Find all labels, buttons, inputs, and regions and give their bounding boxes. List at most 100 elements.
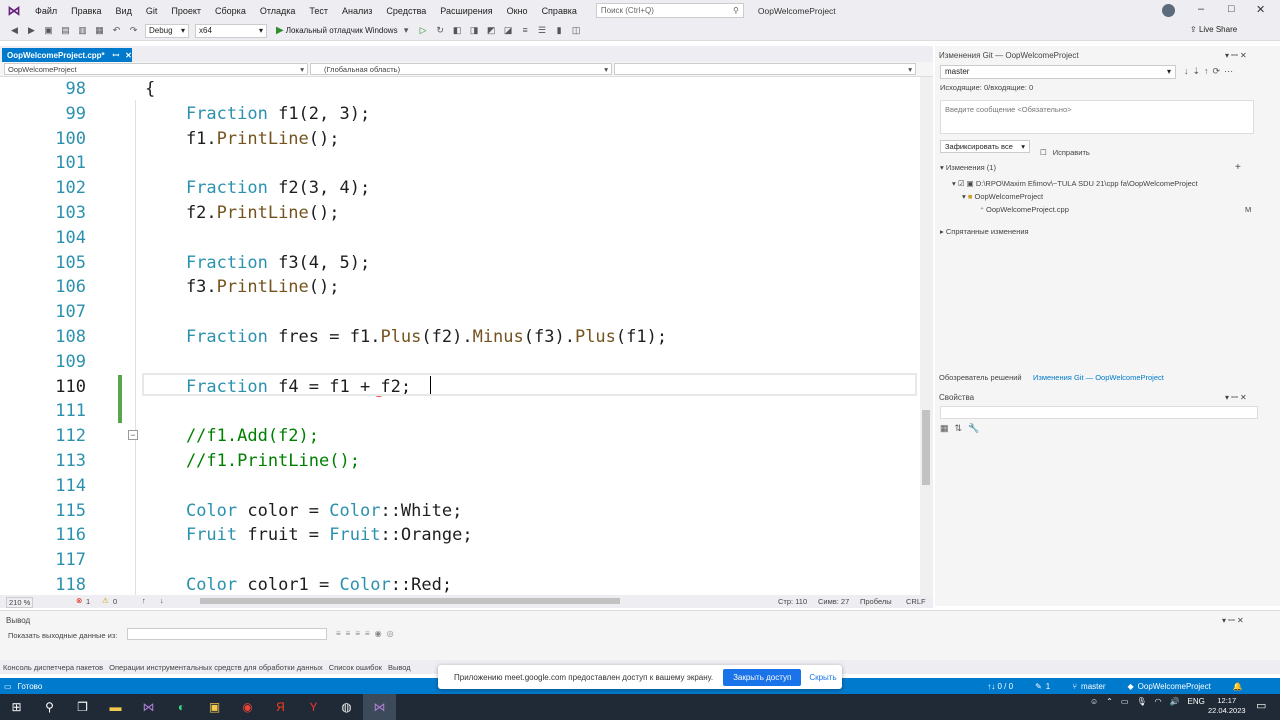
notification-icon[interactable]: 🔔 [1233,682,1243,691]
hot-reload-icon[interactable]: ↻ [435,25,446,36]
platform-select[interactable]: x64 ▾ [195,23,267,38]
panel-menu-icon[interactable]: ▾ ꟷ ✕ [1222,615,1244,626]
code-editor[interactable]: 98{99 Fraction f1(2, 3); 100 f1.PrintLine… [0,77,920,595]
commit-message-input[interactable]: Введите сообщение <Обязательно> [940,100,1254,134]
stashed-header[interactable]: ▸ Спрятанные изменения [940,227,1029,236]
collapse-toggle[interactable]: − [128,430,138,440]
tool-icon[interactable]: ◧ [452,25,463,36]
error-icon[interactable]: ⊗ [76,596,82,605]
menu-item[interactable]: Отладка [253,6,303,16]
search-input[interactable]: Поиск (Ctrl+Q) ⚲ [595,3,744,18]
code-line[interactable]: 101 [0,151,920,176]
chrome-icon[interactable]: ◉ [231,694,264,720]
task-view-icon[interactable]: ❐ [66,694,99,720]
tool-icon[interactable]: ◪ [503,25,514,36]
menu-item[interactable]: Git [139,6,165,16]
pending-changes-count[interactable]: 1 [1046,682,1050,691]
code-line[interactable]: 107 [0,300,920,325]
menu-item[interactable]: Вид [109,6,139,16]
editor-scroll-thumb[interactable] [922,410,930,485]
save-icon[interactable]: ▥ [77,25,88,36]
stop-sharing-button[interactable]: Закрыть доступ [723,668,802,686]
tab-error-list[interactable]: Список ошибок [326,663,385,672]
menu-item[interactable]: Окно [500,6,535,16]
panel-menu-icon[interactable]: ▾ ꟷ ✕ [1225,50,1247,61]
arrow-down-icon[interactable]: ↓ [160,596,164,605]
menu-item[interactable]: Сборка [208,6,253,16]
code-line[interactable]: 114 [0,474,920,499]
code-line[interactable]: 117 [0,548,920,573]
yandex-icon[interactable]: Я [264,694,297,720]
warning-icon[interactable]: ⚠ [102,596,109,605]
outgoing-incoming[interactable]: Исходящие: 0/входящие: 0 [940,83,1033,92]
menu-item[interactable]: Анализ [335,6,379,16]
code-line[interactable]: 104 [0,226,920,251]
status-project[interactable]: OopWelcomeProject [1138,682,1211,691]
pin-icon[interactable]: ꟷ [113,50,120,61]
redo-icon[interactable]: ↷ [128,25,139,36]
maximize-icon[interactable]: □ [1228,3,1235,15]
amend-checkbox[interactable]: ☐ [1040,148,1047,157]
code-line[interactable]: 116 Fruit fruit = Fruit::Orange; [0,523,920,548]
code-line[interactable]: 111 [0,399,920,424]
menu-item[interactable]: Правка [64,6,108,16]
network-icon[interactable]: ▭ [1121,697,1129,706]
code-line[interactable]: 98 { [0,77,920,102]
tab-package-manager[interactable]: Консоль диспетчера пакетов [0,663,106,672]
wifi-icon[interactable]: ◠ [1155,697,1162,706]
hide-button[interactable]: Скрыть [809,673,836,682]
tab-oopwelcomeproject-cpp[interactable]: OopWelcomeProject.cpp* ꟷ ✕ [2,48,132,62]
editor-vertical-scrollbar[interactable] [920,77,933,595]
menu-item[interactable]: Тест [302,6,335,16]
code-line[interactable]: 103 f2.PrintLine(); [0,201,920,226]
tool-icon[interactable]: ◨ [469,25,480,36]
editor-horizontal-scroll-thumb[interactable] [200,598,620,604]
chevron-up-icon[interactable]: ⌃ [1106,697,1113,706]
properties-toolbar-icons[interactable]: ▦⇅🔧 [940,423,985,434]
avatar[interactable] [1162,4,1175,17]
file-node[interactable]: ⁺ OopWelcomeProject.cpp [980,205,1069,214]
code-line[interactable]: 108 Fraction fres = f1.Plus(f2).Minus(f3… [0,325,920,350]
code-line[interactable]: 115 Color color = Color::White; [0,499,920,524]
microphone-icon[interactable]: 🎙 [1136,697,1146,706]
tool-icon[interactable]: ◩ [486,25,497,36]
menu-item[interactable]: Расширения [433,6,499,16]
people-icon[interactable]: ☺ [1090,697,1098,706]
open-icon[interactable]: ▤ [60,25,71,36]
run-button[interactable]: Локальный отладчик Windows [286,26,398,35]
volume-icon[interactable]: 🔊 [1170,697,1180,706]
properties-object-select[interactable] [940,406,1258,419]
menu-item[interactable]: Проект [164,6,208,16]
tab-git-changes[interactable]: Изменения Git — OopWelcomeProject [1033,373,1164,382]
folder-node[interactable]: ▾ ■ OopWelcomeProject [962,192,1043,201]
indent-icon[interactable]: ≡ [520,25,531,36]
clock[interactable]: 12:17 22.04.2023 [1208,696,1246,716]
code-line[interactable]: 102 Fraction f2(3, 4); [0,176,920,201]
output-source-select[interactable] [127,628,327,640]
code-line[interactable]: 112 //f1.Add(f2); [0,424,920,449]
tab-output[interactable]: Вывод [385,663,414,672]
zoom-select[interactable]: 210 % [6,597,34,608]
bookmark-nav-icon[interactable]: ◫ [571,25,582,36]
menu-item[interactable]: Справка [535,6,584,16]
output-toolbar-icons[interactable]: ≡≡≡≡◉◎ [336,629,399,638]
code-line[interactable]: 100 f1.PrintLine(); [0,127,920,152]
search-icon[interactable]: ⚲ [33,694,66,720]
tab-solution-explorer[interactable]: Обозреватель решений [939,373,1022,382]
comment-icon[interactable]: ☰ [537,25,548,36]
git-actions[interactable]: ↓⇣↑⟳⋯ [1184,66,1237,77]
run-icon[interactable]: ▶ [276,25,284,36]
visual-studio-active-icon[interactable]: ⋈ [363,694,396,720]
stage-all-icon[interactable]: + [1235,162,1241,173]
config-select[interactable]: Debug ▾ [145,23,189,38]
code-line[interactable]: 99 Fraction f1(2, 3); [0,102,920,127]
forward-icon[interactable]: ▶ [26,25,37,36]
store-icon[interactable]: ▣ [198,694,231,720]
member-selector[interactable]: ▾ [614,63,916,75]
git-sync-status[interactable]: ↑↓ 0 / 0 [987,682,1013,691]
code-line[interactable]: 105 Fraction f3(4, 5); [0,251,920,276]
edge-icon[interactable]: ◐ [165,694,198,720]
code-line[interactable]: 113 //f1.PrintLine(); [0,449,920,474]
bookmark-icon[interactable]: ▮ [554,25,565,36]
new-file-icon[interactable]: ▣ [43,25,54,36]
